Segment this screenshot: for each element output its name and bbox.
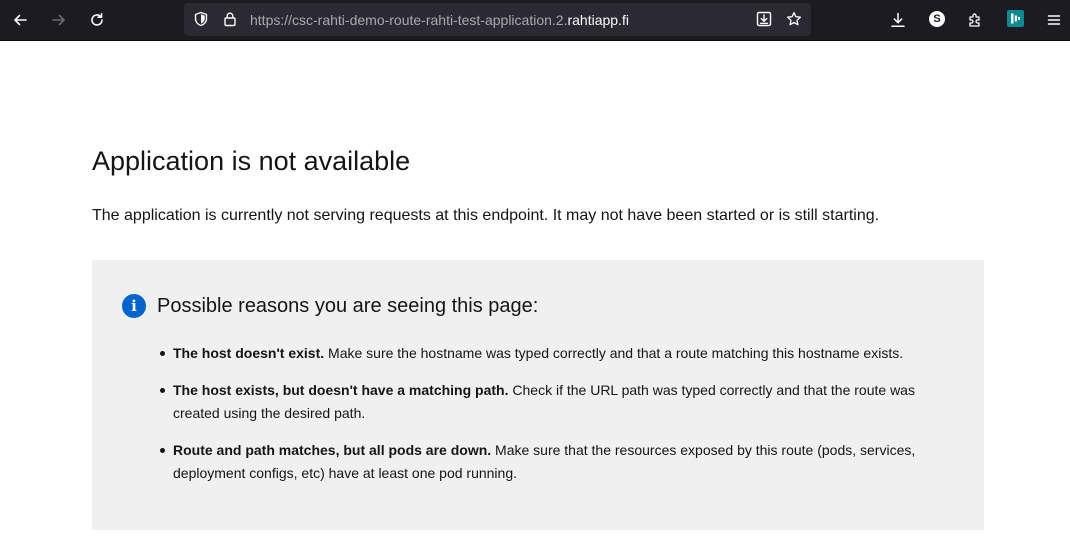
reload-icon xyxy=(91,13,103,26)
reason-title: The host exists, but doesn't have a matc… xyxy=(173,381,509,398)
arrow-right-icon xyxy=(52,14,65,26)
star-icon[interactable] xyxy=(786,11,802,27)
url-text[interactable]: https://csc-rahti-demo-route-rahti-test-… xyxy=(250,12,629,28)
extension-tile-button[interactable] xyxy=(1007,10,1024,27)
menu-button[interactable] xyxy=(1039,5,1069,35)
reasons-panel: i Possible reasons you are seeing this p… xyxy=(92,260,984,530)
shield-icon[interactable] xyxy=(193,11,209,27)
reasons-list: The host doesn't exist. Make sure the ho… xyxy=(160,342,933,499)
back-button[interactable] xyxy=(5,5,35,35)
download-icon xyxy=(891,12,905,28)
lead-paragraph: The application is currently not serving… xyxy=(92,207,880,224)
page-title: Application is not available xyxy=(92,146,411,176)
address-bar[interactable]: https://csc-rahti-demo-route-rahti-test-… xyxy=(184,3,811,36)
lock-icon[interactable] xyxy=(222,11,238,27)
extension-logo-icon xyxy=(1011,13,1020,24)
info-icon: i xyxy=(122,294,146,318)
url-prefix: https://csc-rahti-demo-route-rahti-test-… xyxy=(250,12,568,28)
reason-title: The host doesn't exist. xyxy=(173,345,325,361)
list-item: The host exists, but doesn't have a matc… xyxy=(160,379,933,426)
extension-s-button[interactable]: S xyxy=(929,11,945,27)
reasons-heading: Possible reasons you are seeing this pag… xyxy=(157,295,539,317)
list-item: The host doesn't exist. Make sure the ho… xyxy=(160,342,933,366)
download-tray-icon[interactable] xyxy=(756,11,772,27)
arrow-left-icon xyxy=(14,14,27,26)
reload-button[interactable] xyxy=(82,5,112,35)
reason-title: Route and path matches, but all pods are… xyxy=(173,441,492,458)
forward-button[interactable] xyxy=(44,5,74,35)
puzzle-icon xyxy=(969,13,980,27)
extensions-button[interactable] xyxy=(960,5,990,35)
reason-text: Make sure the hostname was typed correct… xyxy=(324,345,904,361)
url-domain: rahtiapp.fi xyxy=(567,12,629,28)
hamburger-icon xyxy=(1047,15,1061,25)
browser-toolbar: https://csc-rahti-demo-route-rahti-test-… xyxy=(0,0,1070,41)
downloads-button[interactable] xyxy=(883,5,913,35)
list-item: Route and path matches, but all pods are… xyxy=(160,439,933,486)
